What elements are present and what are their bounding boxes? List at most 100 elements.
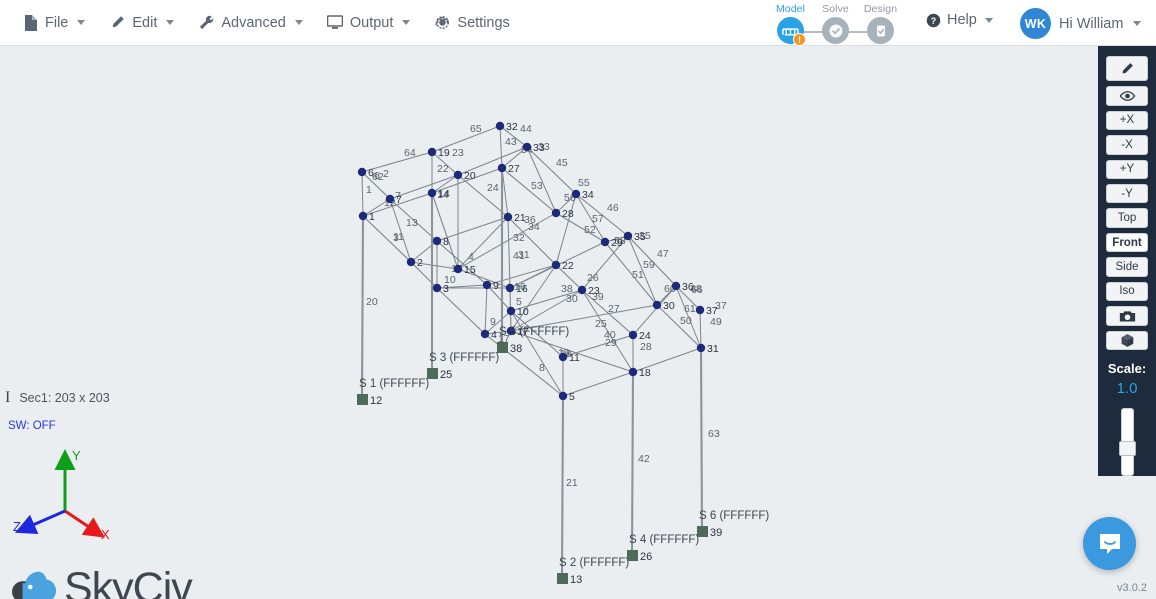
workflow-step-design[interactable]: Design bbox=[858, 3, 903, 44]
member-label: 45 bbox=[556, 157, 568, 169]
chevron-down-icon bbox=[77, 20, 86, 25]
node-label: 11 bbox=[569, 352, 580, 364]
member-label: 65 bbox=[470, 123, 482, 135]
node-label: 31 bbox=[707, 343, 719, 355]
view-minus-x-button[interactable]: -X bbox=[1106, 135, 1148, 155]
selfweight-toggle[interactable]: SW: OFF bbox=[8, 420, 56, 432]
member-label: 49 bbox=[710, 316, 722, 328]
node-label: 15 bbox=[464, 264, 476, 276]
menu-edit-label: Edit bbox=[132, 14, 158, 31]
pencil-icon bbox=[109, 15, 125, 31]
view-top-button[interactable]: Top bbox=[1106, 208, 1148, 228]
view-toolbar: +X -X +Y -Y Top Front Side Iso Scale: 1.… bbox=[1098, 46, 1156, 476]
i-beam-icon: I bbox=[5, 389, 11, 406]
model-node bbox=[453, 264, 463, 274]
support-label: S 2 (FFFFFF) bbox=[559, 557, 629, 569]
node-label: 21 bbox=[514, 212, 526, 224]
view-plus-x-button[interactable]: +X bbox=[1106, 110, 1148, 131]
member-label: 28 bbox=[640, 341, 652, 353]
model-node bbox=[480, 329, 490, 339]
support-node-label: 39 bbox=[710, 527, 722, 539]
model-node bbox=[495, 121, 505, 131]
structural-model-svg: 1234567891011121314151617181920212223242… bbox=[357, 121, 769, 586]
visibility-tool-button[interactable] bbox=[1106, 86, 1148, 106]
chevron-down-icon bbox=[1133, 21, 1142, 26]
member-label: 57 bbox=[592, 213, 604, 225]
member-label: 44 bbox=[520, 123, 532, 135]
user-menu[interactable]: WK Hi William bbox=[1020, 8, 1142, 39]
chat-support-button[interactable] bbox=[1083, 517, 1136, 570]
version-label: v3.0.2 bbox=[1117, 582, 1147, 594]
member-label: 47 bbox=[657, 248, 669, 260]
member-label: 1 bbox=[366, 184, 372, 196]
member-label: 36 bbox=[524, 214, 536, 226]
node-label: 9 bbox=[493, 280, 499, 292]
support-label: S 1 (FFFFFF) bbox=[359, 378, 429, 390]
logo-wordmark: SkyCiv bbox=[64, 563, 193, 599]
member-label: 4 bbox=[468, 251, 474, 263]
member-label: 46 bbox=[607, 202, 619, 214]
model-node bbox=[671, 281, 681, 291]
node-label: 8 bbox=[443, 236, 449, 248]
model-node bbox=[551, 260, 561, 270]
support-node-label: 38 bbox=[510, 343, 522, 355]
scale-label: Scale: bbox=[1107, 361, 1147, 377]
scale-value: 1.0 bbox=[1116, 380, 1138, 398]
support-marker bbox=[697, 526, 708, 537]
menu-settings[interactable]: Settings bbox=[422, 9, 521, 37]
menu-output-label: Output bbox=[349, 14, 394, 31]
node-label: 1 bbox=[369, 211, 375, 223]
scale-slider[interactable] bbox=[1118, 408, 1136, 476]
document-check-icon bbox=[867, 17, 894, 44]
section-label: Sec1: 203 x 203 bbox=[19, 391, 110, 405]
edit-tool-button[interactable] bbox=[1106, 56, 1148, 82]
support-node-label: 25 bbox=[440, 369, 452, 381]
member-label: 11 bbox=[393, 231, 404, 243]
view-plus-y-button[interactable]: +Y bbox=[1106, 159, 1148, 179]
node-label: 16 bbox=[516, 283, 528, 295]
avatar: WK bbox=[1020, 8, 1051, 39]
member-label: 26 bbox=[587, 272, 599, 284]
wrench-icon bbox=[198, 15, 214, 31]
model-node bbox=[358, 211, 368, 221]
menu-output[interactable]: Output bbox=[315, 9, 423, 37]
view-front-button[interactable]: Front bbox=[1106, 232, 1148, 253]
view-side-button[interactable]: Side bbox=[1106, 257, 1148, 277]
model-viewport[interactable]: 1234567891011121314151617181920212223242… bbox=[0, 46, 1156, 599]
node-label: 32 bbox=[506, 121, 518, 133]
svg-text:?: ? bbox=[930, 15, 935, 25]
model-node bbox=[696, 343, 706, 353]
screenshot-tool-button[interactable] bbox=[1106, 306, 1148, 326]
model-node bbox=[571, 189, 581, 199]
chat-bubble-icon bbox=[1099, 533, 1120, 554]
axis-label-y: Y bbox=[72, 449, 81, 463]
support-node-label: 12 bbox=[370, 395, 382, 407]
model-node bbox=[558, 391, 568, 401]
render-3d-tool-button[interactable] bbox=[1106, 330, 1148, 351]
scale-slider-thumb[interactable] bbox=[1118, 441, 1136, 457]
menu-file[interactable]: File bbox=[10, 9, 97, 37]
node-label: 4 bbox=[491, 329, 497, 341]
eye-icon bbox=[1119, 91, 1135, 101]
model-node bbox=[652, 300, 662, 310]
node-label: 30 bbox=[663, 300, 675, 312]
node-label: 6 bbox=[368, 167, 374, 179]
member-label: 61 bbox=[684, 303, 696, 315]
node-label: 10 bbox=[517, 306, 529, 318]
workflow-step-solve[interactable]: Solve bbox=[813, 3, 858, 44]
node-label: 20 bbox=[464, 170, 476, 182]
workflow-solve-label: Solve bbox=[822, 3, 849, 15]
skyciv-logo: SkyCiv CLOUD ENGINEERING SOFTWARE bbox=[10, 566, 205, 599]
view-minus-y-button[interactable]: -Y bbox=[1106, 184, 1148, 204]
menu-advanced[interactable]: Advanced bbox=[186, 9, 315, 37]
user-greeting: Hi William bbox=[1059, 15, 1124, 32]
view-iso-button[interactable]: Iso bbox=[1106, 281, 1148, 302]
model-node bbox=[628, 330, 638, 340]
skyciv-cloud-icon bbox=[12, 571, 57, 599]
monitor-icon bbox=[326, 15, 343, 31]
node-label: 35 bbox=[634, 231, 646, 243]
menu-edit[interactable]: Edit bbox=[97, 9, 186, 37]
help-button[interactable]: ? Help bbox=[925, 12, 993, 28]
workflow-step-model[interactable]: Model ! bbox=[768, 3, 813, 46]
node-label: 24 bbox=[639, 330, 651, 342]
